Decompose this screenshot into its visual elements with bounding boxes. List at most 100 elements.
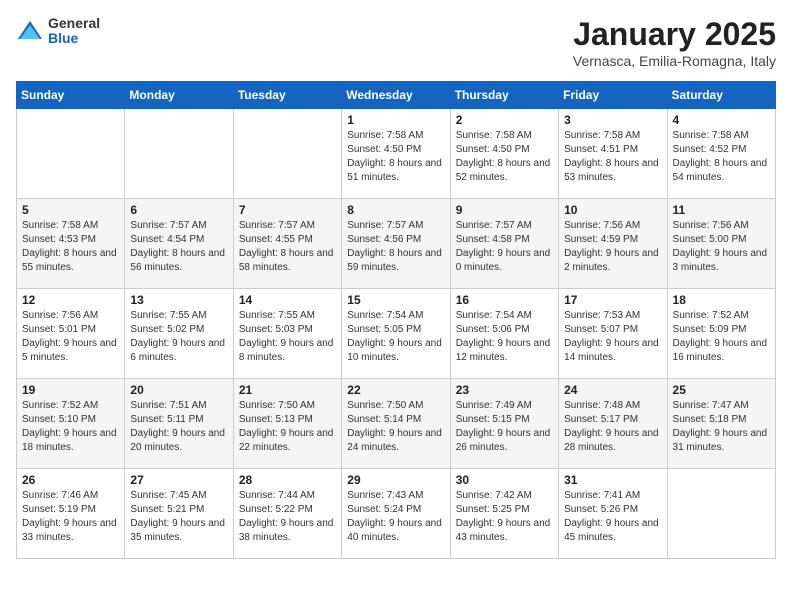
calendar-cell: 31 Sunrise: 7:41 AM Sunset: 5:26 PM Dayli…	[559, 469, 667, 559]
calendar-cell: 18 Sunrise: 7:52 AM Sunset: 5:09 PM Dayli…	[667, 289, 775, 379]
day-info: Sunrise: 7:54 AM Sunset: 5:05 PM Dayligh…	[347, 309, 444, 365]
day-info: Sunrise: 7:52 AM Sunset: 5:09 PM Dayligh…	[673, 309, 770, 365]
day-info: Sunrise: 7:42 AM Sunset: 5:25 PM Dayligh…	[456, 489, 553, 545]
day-info: Sunrise: 7:53 AM Sunset: 5:07 PM Dayligh…	[564, 309, 661, 365]
calendar-cell: 20 Sunrise: 7:51 AM Sunset: 5:11 PM Dayli…	[125, 379, 233, 469]
calendar-cell: 1 Sunrise: 7:58 AM Sunset: 4:50 PM Daylig…	[342, 109, 450, 199]
day-info: Sunrise: 7:58 AM Sunset: 4:50 PM Dayligh…	[456, 129, 553, 185]
day-info: Sunrise: 7:57 AM Sunset: 4:56 PM Dayligh…	[347, 219, 444, 275]
day-info: Sunrise: 7:57 AM Sunset: 4:58 PM Dayligh…	[456, 219, 553, 275]
day-number: 27	[130, 473, 227, 487]
calendar-header: SundayMondayTuesdayWednesdayThursdayFrid…	[17, 82, 776, 109]
calendar-cell: 27 Sunrise: 7:45 AM Sunset: 5:21 PM Dayli…	[125, 469, 233, 559]
calendar-cell: 5 Sunrise: 7:58 AM Sunset: 4:53 PM Daylig…	[17, 199, 125, 289]
day-number: 21	[239, 383, 336, 397]
day-info: Sunrise: 7:51 AM Sunset: 5:11 PM Dayligh…	[130, 399, 227, 455]
day-info: Sunrise: 7:41 AM Sunset: 5:26 PM Dayligh…	[564, 489, 661, 545]
day-info: Sunrise: 7:50 AM Sunset: 5:14 PM Dayligh…	[347, 399, 444, 455]
day-number: 22	[347, 383, 444, 397]
day-info: Sunrise: 7:43 AM Sunset: 5:24 PM Dayligh…	[347, 489, 444, 545]
day-info: Sunrise: 7:45 AM Sunset: 5:21 PM Dayligh…	[130, 489, 227, 545]
day-number: 8	[347, 203, 444, 217]
day-number: 12	[22, 293, 119, 307]
calendar-cell: 30Sunrise: 7:42 AM Sunset: 5:25 PM Dayli…	[450, 469, 558, 559]
weekday-header: Thursday	[450, 82, 558, 109]
day-number: 4	[673, 113, 770, 127]
day-number: 20	[130, 383, 227, 397]
day-info: Sunrise: 7:58 AM Sunset: 4:52 PM Dayligh…	[673, 129, 770, 185]
day-number: 9	[456, 203, 553, 217]
day-info: Sunrise: 7:54 AM Sunset: 5:06 PM Dayligh…	[456, 309, 553, 365]
weekday-header: Monday	[125, 82, 233, 109]
day-info: Sunrise: 7:44 AM Sunset: 5:22 PM Dayligh…	[239, 489, 336, 545]
day-info: Sunrise: 7:55 AM Sunset: 5:02 PM Dayligh…	[130, 309, 227, 365]
day-info: Sunrise: 7:58 AM Sunset: 4:50 PM Dayligh…	[347, 129, 444, 185]
day-number: 11	[673, 203, 770, 217]
logo: General Blue	[16, 16, 100, 47]
page-header: General Blue January 2025 Vernasca, Emil…	[16, 16, 776, 69]
day-number: 7	[239, 203, 336, 217]
weekday-header: Saturday	[667, 82, 775, 109]
calendar-cell: 25 Sunrise: 7:47 AM Sunset: 5:18 PM Dayli…	[667, 379, 775, 469]
day-number: 17	[564, 293, 661, 307]
day-number: 18	[673, 293, 770, 307]
calendar-cell: 14Sunrise: 7:55 AM Sunset: 5:03 PM Dayli…	[233, 289, 341, 379]
logo-icon	[16, 17, 44, 45]
calendar-week-row: 5 Sunrise: 7:58 AM Sunset: 4:53 PM Daylig…	[17, 199, 776, 289]
calendar-cell: 21 Sunrise: 7:50 AM Sunset: 5:13 PM Dayli…	[233, 379, 341, 469]
calendar-body: 1 Sunrise: 7:58 AM Sunset: 4:50 PM Daylig…	[17, 109, 776, 559]
day-number: 31	[564, 473, 661, 487]
day-info: Sunrise: 7:52 AM Sunset: 5:10 PM Dayligh…	[22, 399, 119, 455]
day-info: Sunrise: 7:48 AM Sunset: 5:17 PM Dayligh…	[564, 399, 661, 455]
day-number: 6	[130, 203, 227, 217]
calendar-subtitle: Vernasca, Emilia-Romagna, Italy	[573, 53, 776, 69]
day-number: 2	[456, 113, 553, 127]
day-number: 5	[22, 203, 119, 217]
day-number: 26	[22, 473, 119, 487]
calendar-cell: 28Sunrise: 7:44 AM Sunset: 5:22 PM Dayli…	[233, 469, 341, 559]
weekday-header: Sunday	[17, 82, 125, 109]
day-number: 23	[456, 383, 553, 397]
calendar-cell: 4 Sunrise: 7:58 AM Sunset: 4:52 PM Daylig…	[667, 109, 775, 199]
day-number: 15	[347, 293, 444, 307]
weekday-header: Wednesday	[342, 82, 450, 109]
calendar-cell: 11 Sunrise: 7:56 AM Sunset: 5:00 PM Dayli…	[667, 199, 775, 289]
weekday-row: SundayMondayTuesdayWednesdayThursdayFrid…	[17, 82, 776, 109]
calendar-cell: 26 Sunrise: 7:46 AM Sunset: 5:19 PM Dayli…	[17, 469, 125, 559]
day-number: 13	[130, 293, 227, 307]
day-number: 24	[564, 383, 661, 397]
logo-blue-label: Blue	[48, 31, 100, 46]
calendar-cell: 22 Sunrise: 7:50 AM Sunset: 5:14 PM Dayli…	[342, 379, 450, 469]
day-number: 14	[239, 293, 336, 307]
calendar-week-row: 12Sunrise: 7:56 AM Sunset: 5:01 PM Dayli…	[17, 289, 776, 379]
day-number: 25	[673, 383, 770, 397]
calendar-week-row: 19 Sunrise: 7:52 AM Sunset: 5:10 PM Dayli…	[17, 379, 776, 469]
logo-text: General Blue	[48, 16, 100, 47]
calendar-table: SundayMondayTuesdayWednesdayThursdayFrid…	[16, 81, 776, 559]
calendar-cell: 17 Sunrise: 7:53 AM Sunset: 5:07 PM Dayli…	[559, 289, 667, 379]
calendar-cell: 29Sunrise: 7:43 AM Sunset: 5:24 PM Dayli…	[342, 469, 450, 559]
day-info: Sunrise: 7:47 AM Sunset: 5:18 PM Dayligh…	[673, 399, 770, 455]
calendar-cell	[667, 469, 775, 559]
calendar-cell	[17, 109, 125, 199]
day-info: Sunrise: 7:58 AM Sunset: 4:53 PM Dayligh…	[22, 219, 119, 275]
day-info: Sunrise: 7:56 AM Sunset: 5:00 PM Dayligh…	[673, 219, 770, 275]
day-info: Sunrise: 7:50 AM Sunset: 5:13 PM Dayligh…	[239, 399, 336, 455]
day-number: 19	[22, 383, 119, 397]
day-info: Sunrise: 7:57 AM Sunset: 4:54 PM Dayligh…	[130, 219, 227, 275]
calendar-cell: 13 Sunrise: 7:55 AM Sunset: 5:02 PM Dayli…	[125, 289, 233, 379]
calendar-cell: 16 Sunrise: 7:54 AM Sunset: 5:06 PM Dayli…	[450, 289, 558, 379]
calendar-cell: 6 Sunrise: 7:57 AM Sunset: 4:54 PM Daylig…	[125, 199, 233, 289]
day-info: Sunrise: 7:46 AM Sunset: 5:19 PM Dayligh…	[22, 489, 119, 545]
calendar-cell: 9 Sunrise: 7:57 AM Sunset: 4:58 PM Daylig…	[450, 199, 558, 289]
day-info: Sunrise: 7:49 AM Sunset: 5:15 PM Dayligh…	[456, 399, 553, 455]
day-number: 1	[347, 113, 444, 127]
day-number: 16	[456, 293, 553, 307]
day-info: Sunrise: 7:57 AM Sunset: 4:55 PM Dayligh…	[239, 219, 336, 275]
logo-general-label: General	[48, 16, 100, 31]
weekday-header: Tuesday	[233, 82, 341, 109]
calendar-cell: 7 Sunrise: 7:57 AM Sunset: 4:55 PM Daylig…	[233, 199, 341, 289]
calendar-cell: 23 Sunrise: 7:49 AM Sunset: 5:15 PM Dayli…	[450, 379, 558, 469]
calendar-cell: 19 Sunrise: 7:52 AM Sunset: 5:10 PM Dayli…	[17, 379, 125, 469]
day-number: 10	[564, 203, 661, 217]
